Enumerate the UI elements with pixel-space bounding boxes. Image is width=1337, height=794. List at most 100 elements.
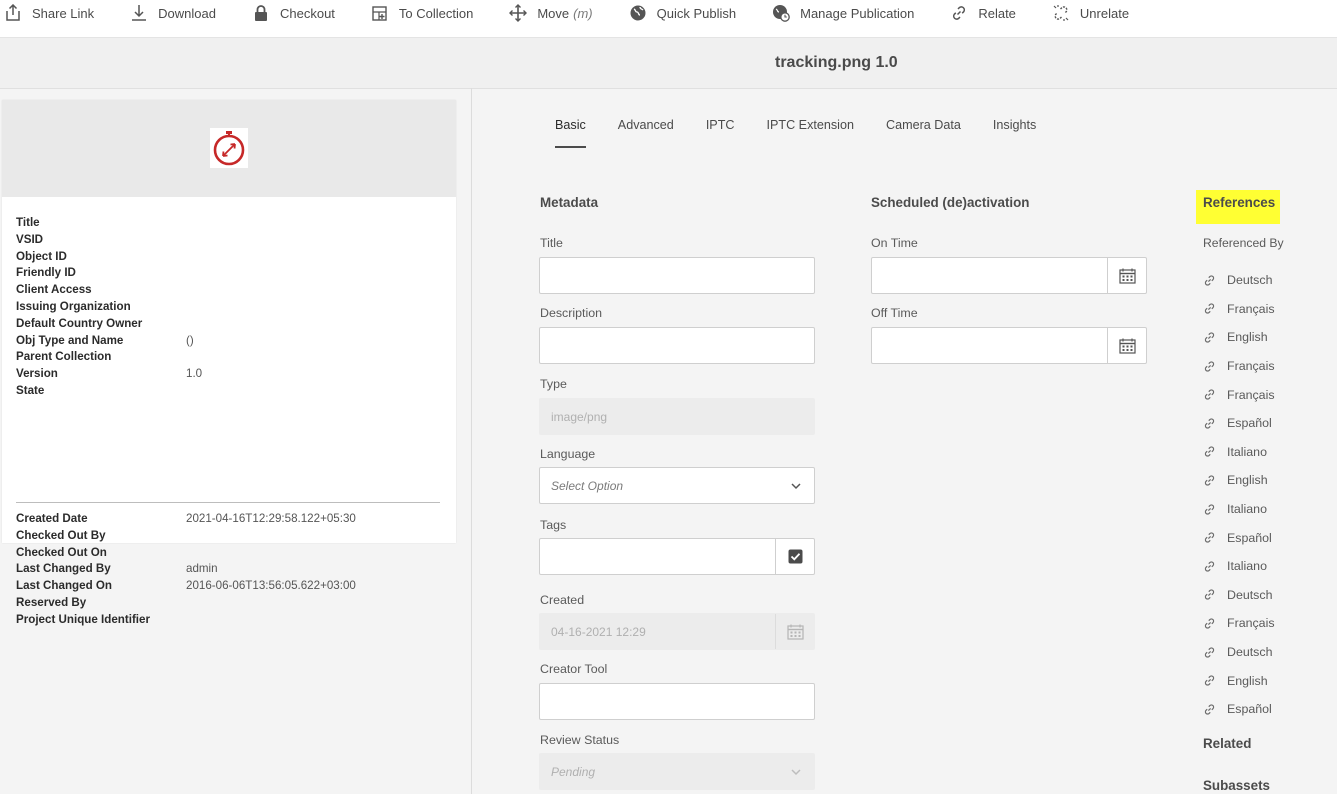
reference-item[interactable]: Español (1203, 695, 1275, 724)
type-input-value: image/png (551, 410, 608, 424)
property-label: Friendly ID (16, 266, 76, 280)
to-collection-button[interactable]: To Collection (371, 0, 473, 26)
move-button[interactable]: Move (m) (509, 0, 593, 26)
download-button[interactable]: Download (130, 0, 216, 26)
property-value: 1.0 (186, 367, 203, 381)
reference-item[interactable]: Español (1203, 523, 1275, 552)
property-row: Title (16, 215, 202, 232)
tags-field-label: Tags (540, 518, 567, 532)
reference-item[interactable]: Français (1203, 609, 1275, 638)
review-status-select-value: Pending (551, 765, 596, 779)
tab-camera-data[interactable]: Camera Data (886, 118, 961, 148)
property-label: Client Access (16, 283, 92, 297)
link-icon (1204, 561, 1215, 572)
reference-item[interactable]: Italiano (1203, 438, 1275, 467)
on-time-input[interactable] (871, 257, 1147, 294)
property-label: Created Date (16, 512, 88, 525)
reference-item[interactable]: English (1203, 666, 1275, 695)
reference-item[interactable]: Deutsch (1203, 581, 1275, 610)
link-icon (1204, 704, 1215, 715)
action-toolbar: Share Link Download Checkout To Collecti… (0, 0, 1337, 38)
property-label: Title (16, 216, 40, 229)
reference-item[interactable]: Deutsch (1203, 638, 1275, 667)
lock-icon (254, 5, 267, 21)
property-label: Issuing Organization (16, 299, 131, 313)
reference-item[interactable]: Español (1203, 409, 1275, 438)
property-row: Last Changed By admin (16, 561, 356, 578)
to-collection-label: To Collection (398, 5, 474, 21)
referenced-by-label: Referenced By (1203, 236, 1284, 250)
quick-publish-button[interactable]: Quick Publish (629, 0, 736, 26)
move-shortcut-hint: (m) (573, 5, 593, 21)
property-label: Checked Out On (16, 545, 107, 559)
relate-button[interactable]: Relate (950, 0, 1016, 26)
asset-summary-card: Title VSID Object ID Friendly ID Client Acce… (2, 100, 456, 626)
reference-item[interactable]: Français (1203, 380, 1275, 409)
quick-publish-label: Quick Publish (656, 5, 737, 21)
reference-item[interactable]: English (1203, 466, 1275, 495)
reference-label: Deutsch (1227, 587, 1273, 602)
created-field-label: Created (540, 593, 585, 607)
property-label: Version (16, 367, 58, 381)
manage-publication-label: Manage Publication (800, 5, 915, 21)
reference-item[interactable]: Deutsch (1203, 266, 1275, 295)
reference-label: English (1227, 673, 1268, 688)
property-row: Obj Type and Name () (16, 333, 202, 350)
chevron-down-icon (791, 769, 801, 776)
reference-label: Français (1227, 616, 1275, 631)
title-field-label: Title (540, 236, 563, 250)
tab-iptc-extension[interactable]: IPTC Extension (767, 118, 855, 148)
off-time-calendar-button[interactable] (1107, 328, 1146, 363)
creator-tool-input[interactable] (539, 683, 815, 720)
language-select[interactable]: Select Option (539, 467, 815, 504)
reference-item[interactable]: Français (1203, 295, 1275, 324)
property-row: Client Access (16, 282, 202, 299)
reference-item[interactable]: Italiano (1203, 495, 1275, 524)
tags-input[interactable] (539, 538, 815, 575)
property-row: Reserved By (16, 595, 356, 612)
off-time-input[interactable] (871, 327, 1147, 364)
property-label: Default Country Owner (16, 316, 143, 330)
move-label: Move (537, 5, 570, 21)
property-row: Created Date 2021-04-16T12:29:58.122+05:3… (16, 511, 356, 528)
link-icon (1204, 332, 1215, 343)
property-row: Object ID (16, 249, 202, 266)
share-link-label: Share Link (32, 5, 95, 21)
language-select-placeholder: Select Option (551, 479, 624, 493)
tab-iptc[interactable]: IPTC (706, 118, 735, 148)
property-row: VSID (16, 232, 202, 249)
reference-label: Español (1227, 416, 1272, 431)
manage-publication-button[interactable]: Manage Publication (772, 0, 914, 26)
tab-basic[interactable]: Basic (555, 118, 586, 148)
share-link-button[interactable]: Share Link (4, 0, 94, 26)
title-input[interactable] (539, 257, 815, 294)
unrelate-button[interactable]: Unrelate (1052, 0, 1129, 26)
checkout-button[interactable]: Checkout (252, 0, 335, 26)
tags-picker-button[interactable] (775, 539, 814, 574)
property-value: 2016-06-06T13:56:05.622+03:00 (186, 579, 356, 593)
reference-item[interactable]: Français (1203, 352, 1275, 381)
related-title: Related (1203, 736, 1252, 751)
reference-label: Deutsch (1227, 273, 1273, 288)
calendar-icon (1118, 268, 1136, 284)
property-label: Parent Collection (16, 350, 112, 364)
property-row: Project Unique Identifier (16, 612, 356, 629)
property-row: Issuing Organization (16, 299, 202, 316)
link-icon (1204, 361, 1215, 372)
property-row: Checked Out By (16, 528, 356, 545)
type-field-label: Type (540, 377, 567, 391)
tab-insights[interactable]: Insights (993, 118, 1036, 148)
panel-separator (471, 88, 472, 794)
reference-item[interactable]: English (1203, 323, 1275, 352)
review-status-select: Pending (539, 753, 815, 790)
referenced-by-list: Deutsch Français English Français Français Es… (1203, 266, 1275, 724)
description-field-label: Description (540, 306, 602, 320)
tab-advanced[interactable]: Advanced (618, 118, 674, 148)
on-time-calendar-button[interactable] (1107, 258, 1146, 293)
description-input[interactable] (539, 327, 815, 364)
reference-item[interactable]: Italiano (1203, 552, 1275, 581)
asset-thumbnail[interactable] (2, 100, 456, 197)
property-row: State (16, 383, 202, 400)
reference-label: Italiano (1227, 559, 1267, 574)
share-icon (6, 4, 20, 21)
